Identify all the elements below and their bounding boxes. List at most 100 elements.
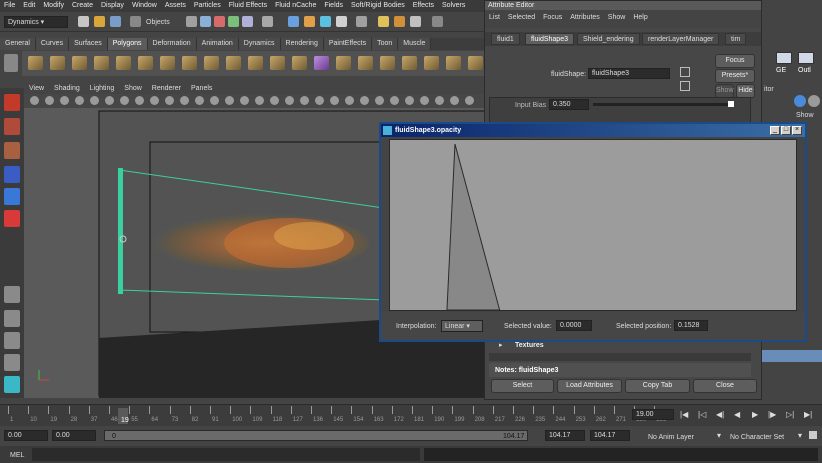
viewport-tool-icon[interactable] (105, 96, 114, 105)
render-icon[interactable] (378, 16, 389, 27)
timeline-tick[interactable] (28, 406, 30, 414)
viewport-tool-icon[interactable] (465, 96, 474, 105)
viewport-tool-icon[interactable] (135, 96, 144, 105)
timeline-tick[interactable] (311, 406, 312, 414)
shelf-tool-icon[interactable] (50, 56, 65, 70)
timeline-tick-label[interactable]: 208 (475, 417, 485, 423)
go-to-start-icon[interactable]: |◀ (680, 411, 688, 419)
mask-icon-4[interactable] (228, 16, 239, 27)
render-settings-icon[interactable] (410, 16, 421, 27)
mask-icon-3[interactable] (214, 16, 225, 27)
ae-tab[interactable]: Shield_endering (577, 33, 640, 45)
timeline-tick[interactable] (290, 406, 292, 414)
mask-icon-6[interactable] (262, 16, 273, 27)
menu-set-dropdown[interactable]: Dynamics ▾ (4, 16, 68, 28)
key-back-icon[interactable]: ◀| (716, 411, 724, 419)
timeline-tick[interactable] (250, 406, 252, 414)
viewport-tool-icon[interactable] (420, 96, 429, 105)
timeline-tick[interactable] (48, 406, 50, 414)
menu-item[interactable]: Fields (320, 0, 347, 9)
anim-layer-dropdown-icon[interactable]: ▾ (717, 432, 721, 440)
timeline-tick-label[interactable]: 37 (91, 417, 98, 423)
menu-item[interactable]: Window (128, 0, 161, 9)
shelf-tool-icon[interactable] (424, 56, 439, 70)
layout-hypershade-icon[interactable] (4, 376, 20, 393)
show-button[interactable]: Show (715, 84, 734, 98)
character-set-label[interactable]: No Character Set (730, 434, 784, 441)
timeline-tick[interactable] (432, 406, 434, 414)
viewport-menu-item[interactable]: Lighting (85, 83, 120, 92)
timeline-tick-label[interactable]: 271 (616, 417, 626, 423)
viewport-tool-icon[interactable] (75, 96, 84, 105)
timeline-tick-label[interactable]: 19 (50, 417, 57, 423)
timeline-tick[interactable] (573, 406, 575, 414)
viewport-tool-icon[interactable] (195, 96, 204, 105)
timeline-tick[interactable] (391, 406, 393, 414)
lasso-tool-icon[interactable] (4, 118, 20, 135)
focus-button[interactable]: Focus (715, 54, 755, 68)
selection-mask-icon[interactable] (130, 16, 141, 27)
timeline-tick-label[interactable]: 109 (252, 417, 262, 423)
shelf-tool-icon[interactable] (182, 56, 197, 70)
shelf-tool-icon[interactable] (116, 56, 131, 70)
shelf-tab[interactable]: Muscle (398, 38, 432, 50)
shelf-tool-icon[interactable] (358, 56, 373, 70)
shelf-tab[interactable]: PaintEffects (323, 38, 373, 50)
menu-item[interactable]: Fluid nCache (271, 0, 320, 9)
timeline-tick-label[interactable]: 181 (414, 417, 424, 423)
viewport-tool-icon[interactable] (150, 96, 159, 105)
snap-curve-icon[interactable] (304, 16, 315, 27)
move-tool-icon[interactable] (4, 166, 20, 183)
viewport-tool-icon[interactable] (210, 96, 219, 105)
end-time-field[interactable]: 104.17 (545, 430, 585, 441)
viewport-tool-icon[interactable] (255, 96, 264, 105)
shelf-tab[interactable]: Animation (196, 38, 239, 50)
viewport-tool-icon[interactable] (315, 96, 324, 105)
timeline-tick[interactable] (230, 406, 232, 414)
viewport-tool-icon[interactable] (165, 96, 174, 105)
timeline-tick[interactable] (533, 406, 535, 414)
timeline-tick-label[interactable]: 199 (454, 417, 464, 423)
input-bias-slider[interactable] (593, 103, 733, 106)
ae-menu-item[interactable]: Attributes (566, 10, 604, 21)
menu-item[interactable]: Assets (161, 0, 190, 9)
timeline-tick-label[interactable]: 262 (596, 417, 606, 423)
timeline-tick[interactable] (472, 406, 474, 414)
shelf-tab[interactable]: Rendering (280, 38, 324, 50)
step-forward-icon[interactable]: ▷| (786, 411, 794, 419)
viewport-tool-icon[interactable] (90, 96, 99, 105)
shelf-tab[interactable]: Dynamics (238, 38, 281, 50)
open-scene-icon[interactable] (94, 16, 105, 27)
viewport-tool-icon[interactable] (405, 96, 414, 105)
shelf-tool-icon[interactable] (446, 56, 461, 70)
ae-menu-item[interactable]: List (485, 10, 504, 21)
timeline-tick-label[interactable]: 217 (495, 417, 505, 423)
timeline-tick-label[interactable]: 10 (30, 417, 37, 423)
timeline-tick[interactable] (553, 406, 555, 414)
close-button[interactable]: Close (693, 379, 757, 393)
save-scene-icon[interactable] (110, 16, 121, 27)
menu-item[interactable]: Particles (190, 0, 225, 9)
timeline-tick[interactable] (169, 406, 171, 414)
ae-menu-item[interactable]: Help (629, 10, 651, 21)
viewport-tool-icon[interactable] (435, 96, 444, 105)
snap-view-icon[interactable] (336, 16, 347, 27)
mask-icon-5[interactable] (242, 16, 253, 27)
ae-tab[interactable]: tim (725, 33, 747, 45)
viewport-tool-icon[interactable] (120, 96, 129, 105)
anim-end-field[interactable]: 104.17 (590, 430, 630, 441)
shelf-menu-icon[interactable] (4, 54, 18, 72)
timeline-tick-label[interactable]: 73 (172, 417, 179, 423)
menu-item[interactable]: Display (97, 0, 128, 9)
shelf-tab[interactable]: Deformation (147, 38, 197, 50)
timeline-tick-label[interactable]: 136 (313, 417, 323, 423)
shelf-tool-icon[interactable] (248, 56, 263, 70)
layout-graph-icon[interactable] (4, 354, 20, 371)
timeline-tick-label[interactable]: 64 (151, 417, 158, 423)
timeline-tick[interactable] (492, 406, 494, 414)
layout-outliner-icon[interactable] (4, 332, 20, 349)
shelf-tool-icon[interactable] (138, 56, 153, 70)
current-time-field[interactable]: 19.00 (632, 409, 674, 420)
select-button[interactable]: Select (491, 379, 554, 393)
shelf-tool-icon[interactable] (204, 56, 219, 70)
